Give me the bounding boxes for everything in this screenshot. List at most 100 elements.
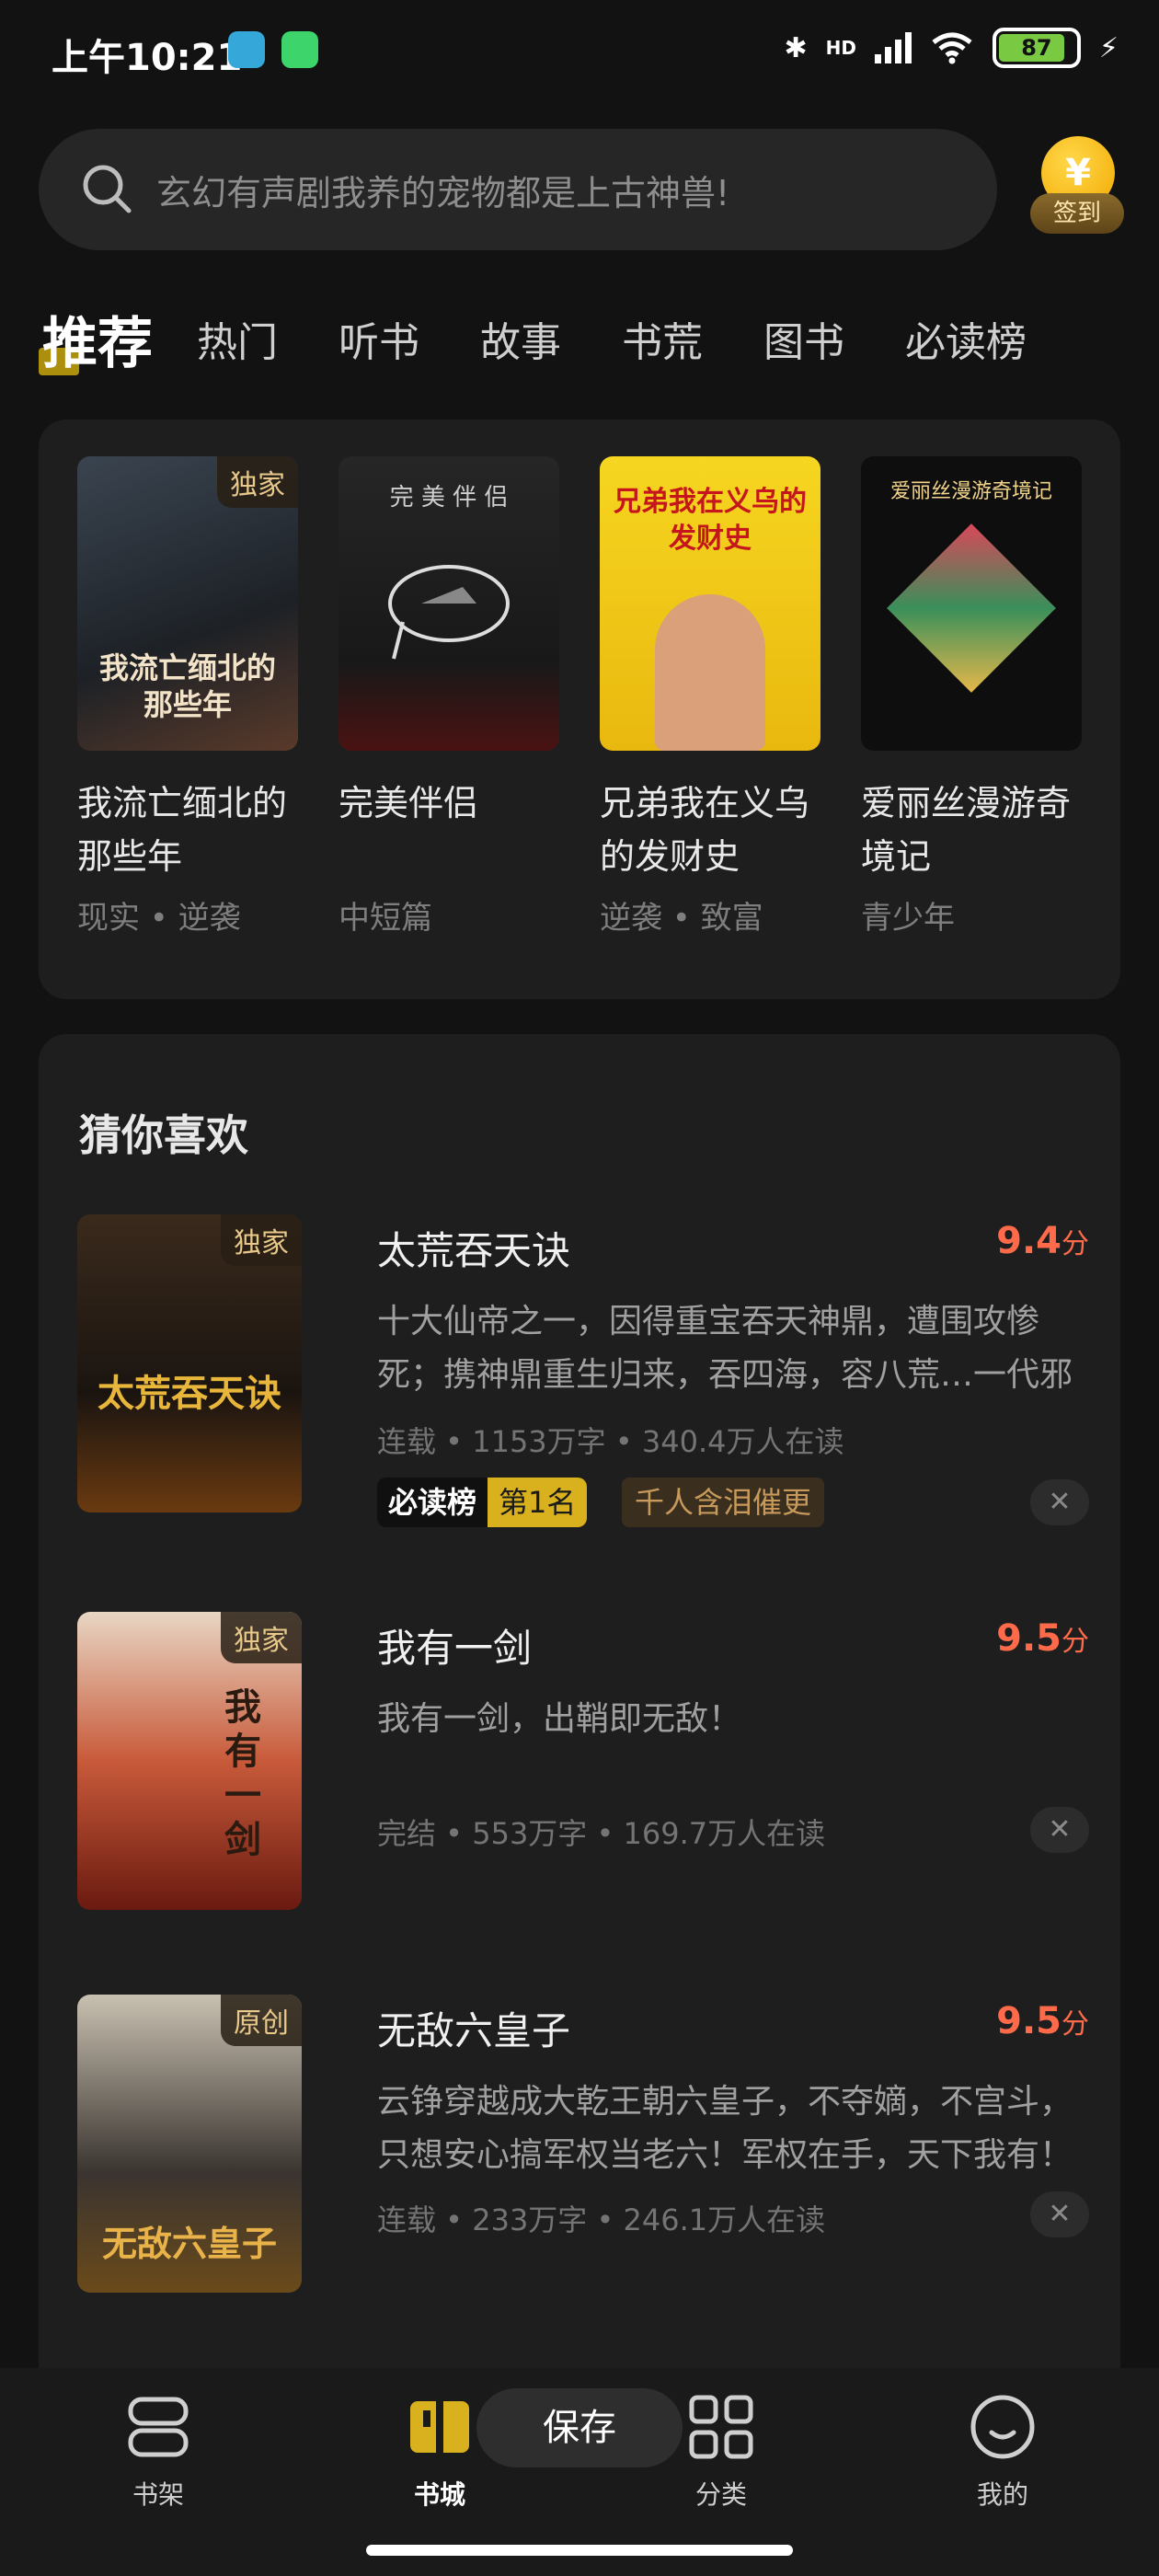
close-icon[interactable]: ✕: [1030, 2191, 1089, 2237]
tab-recommend[interactable]: 推荐: [39, 299, 153, 379]
notification-app-icon: [228, 31, 265, 68]
charging-icon: ⚡: [1098, 31, 1119, 64]
tab-books[interactable]: 图书: [763, 309, 844, 368]
tab-book-shortage[interactable]: 书荒: [622, 309, 703, 368]
book-description: 我有一剑，出鞘即无敌！: [377, 1700, 742, 1738]
book-tags: 逆袭 • 致富: [600, 900, 763, 937]
book-description: 云铮穿越成大乾王朝六皇子，不夺嫡，不宫斗，只想安心搞军权当老六！军权在手，天下我…: [377, 2083, 1073, 2174]
bluetooth-icon: ✱: [784, 31, 808, 64]
cover-title: 爱丽丝漫游奇境记: [889, 480, 1052, 503]
recommended-book[interactable]: 爱丽丝漫游奇境记 爱丽丝漫游奇境记 青少年: [861, 456, 1087, 937]
book-title: 我流亡缅北的那些年: [77, 783, 288, 877]
bookshelf-icon: [128, 2397, 189, 2457]
exclusive-badge: 独家: [221, 1214, 302, 1266]
cover-art: [388, 565, 510, 660]
profile-icon: [970, 2395, 1035, 2459]
sign-in-label: 签到: [1030, 193, 1124, 234]
hot-tag: 千人含泪催更: [622, 1478, 825, 1527]
book-list-item[interactable]: 我有一剑 独家 我有一剑 9.5分 我有一剑，出鞘即无敌！ 完结 • 553万字…: [77, 1612, 1089, 1925]
book-cover: 完 美 伴 侣: [339, 456, 559, 751]
recommended-book[interactable]: 兄弟我在义乌的发财史 兄弟我在义乌的发财史 逆袭 • 致富: [600, 456, 826, 937]
nav-label: 分类: [694, 2479, 747, 2510]
book-score: 9.4分: [996, 1220, 1089, 1262]
book-score: 9.5分: [996, 1617, 1089, 1660]
cover-title: 太荒吞天诀: [98, 1373, 281, 1415]
score-unit: 分: [1061, 1228, 1089, 1260]
book-cover: 无敌六皇子 原创: [77, 1995, 302, 2293]
score-value: 9.5: [996, 2000, 1061, 2042]
signal-icon: [874, 32, 912, 63]
nav-bookshelf[interactable]: 书架: [85, 2390, 232, 2512]
status-bar: 上午10:21 ✱ HD 87 ⚡: [0, 0, 1159, 101]
close-icon[interactable]: ✕: [1030, 1479, 1089, 1525]
rank-tag[interactable]: 必读榜 第1名: [377, 1478, 588, 1527]
score-unit: 分: [1061, 2008, 1089, 2041]
search-bar[interactable]: 玄幻有声剧我养的宠物都是上古神兽!: [39, 129, 997, 250]
close-icon[interactable]: ✕: [1030, 1807, 1089, 1853]
nav-label: 书城: [413, 2479, 465, 2510]
book-title: 兄弟我在义乌的发财史: [600, 783, 810, 877]
section-title: 猜你喜欢: [79, 1110, 248, 1160]
status-time: 上午10:21: [52, 37, 243, 79]
book-tags: 青少年: [861, 900, 955, 937]
status-indicators: ✱ HD 87 ⚡: [784, 28, 1119, 68]
book-cover: 我流亡缅北的那些年 独家: [77, 456, 298, 751]
home-indicator[interactable]: [366, 2545, 793, 2556]
book-title: 爱丽丝漫游奇境记: [861, 783, 1072, 877]
battery-icon: 87: [992, 28, 1081, 68]
score-unit: 分: [1061, 1626, 1089, 1658]
score-value: 9.5: [996, 1617, 1061, 1660]
tab-story[interactable]: 故事: [480, 309, 561, 368]
tab-audiobook[interactable]: 听书: [339, 309, 419, 368]
exclusive-badge: 独家: [221, 1612, 302, 1663]
category-icon: [689, 2395, 753, 2459]
rank-value: 第1名: [488, 1478, 588, 1527]
nav-label: 我的: [976, 2479, 1028, 2510]
book-title: 我有一剑: [377, 1626, 533, 1671]
cover-title: 无敌六皇子: [101, 2224, 277, 2264]
cover-diamond: [887, 523, 1056, 693]
book-description: 十大仙帝之一，因得重宝吞天神鼎，遭围攻惨死；携神鼎重生归来，吞四海，容八荒…一代…: [377, 1303, 1073, 1394]
tab-must-read[interactable]: 必读榜: [905, 309, 1027, 368]
book-tags: 现实 • 逆袭: [77, 900, 241, 937]
guess-you-like-section: 猜你喜欢 太荒吞天诀 独家 太荒吞天诀 9.4分 十大仙帝之一，因得重宝吞天神鼎…: [39, 1034, 1120, 2576]
book-score: 9.5分: [996, 2000, 1089, 2042]
save-button[interactable]: 保存: [476, 2388, 683, 2467]
wifi-icon: [932, 32, 972, 64]
original-badge: 原创: [221, 1995, 302, 2046]
book-cover: 爱丽丝漫游奇境记: [861, 456, 1082, 751]
cover-portrait: [655, 594, 765, 751]
book-meta: 连载 • 233万字 • 246.1万人在读: [377, 2202, 826, 2237]
recommended-section: 我流亡缅北的那些年 独家 我流亡缅北的那些年 现实 • 逆袭 完 美 伴 侣 完…: [39, 420, 1120, 999]
notification-chat-icon: [281, 31, 318, 68]
category-tabs: 推荐 热门 听书 故事 书荒 图书 必读榜: [39, 293, 1087, 385]
cover-title: 我有一剑: [224, 1686, 261, 1861]
cover-title: 我流亡缅北的那些年: [98, 650, 276, 722]
search-placeholder: 玄幻有声剧我养的宠物都是上古神兽!: [156, 172, 730, 213]
nav-profile[interactable]: 我的: [929, 2390, 1076, 2512]
tab-hot[interactable]: 热门: [197, 309, 278, 368]
sign-in-button[interactable]: ¥ 签到: [1027, 132, 1128, 243]
bookstore-icon: [410, 2401, 469, 2453]
book-cover: 兄弟我在义乌的发财史: [600, 456, 820, 751]
score-value: 9.4: [996, 1220, 1061, 1262]
rank-key: 必读榜: [377, 1478, 488, 1527]
network-type-label: HD: [825, 37, 856, 59]
exclusive-badge: 独家: [217, 456, 298, 508]
book-meta: 完结 • 553万字 • 169.7万人在读: [377, 1816, 826, 1851]
cover-title: 兄弟我在义乌的发财史: [614, 486, 807, 555]
battery-level: 87: [1021, 35, 1052, 61]
book-cover: 太荒吞天诀 独家: [77, 1214, 302, 1512]
recommended-book[interactable]: 完 美 伴 侣 完美伴侣 中短篇: [339, 456, 565, 937]
book-cover: 我有一剑 独家: [77, 1612, 302, 1910]
book-list-item[interactable]: 无敌六皇子 原创 无敌六皇子 9.5分 云铮穿越成大乾王朝六皇子，不夺嫡，不宫斗…: [77, 1995, 1089, 2307]
recommended-book[interactable]: 我流亡缅北的那些年 独家 我流亡缅北的那些年 现实 • 逆袭: [77, 456, 304, 937]
book-title: 太荒吞天诀: [377, 1228, 571, 1273]
nav-label: 书架: [132, 2479, 184, 2510]
book-tags: 中短篇: [339, 900, 432, 937]
book-meta: 连载 • 1153万字 • 340.4万人在读: [377, 1424, 844, 1459]
book-list-item[interactable]: 太荒吞天诀 独家 太荒吞天诀 9.4分 十大仙帝之一，因得重宝吞天神鼎，遭围攻惨…: [77, 1214, 1089, 1546]
cover-title: 完 美 伴 侣: [389, 484, 509, 512]
search-icon: [83, 165, 132, 213]
book-title: 完美伴侣: [339, 783, 479, 823]
